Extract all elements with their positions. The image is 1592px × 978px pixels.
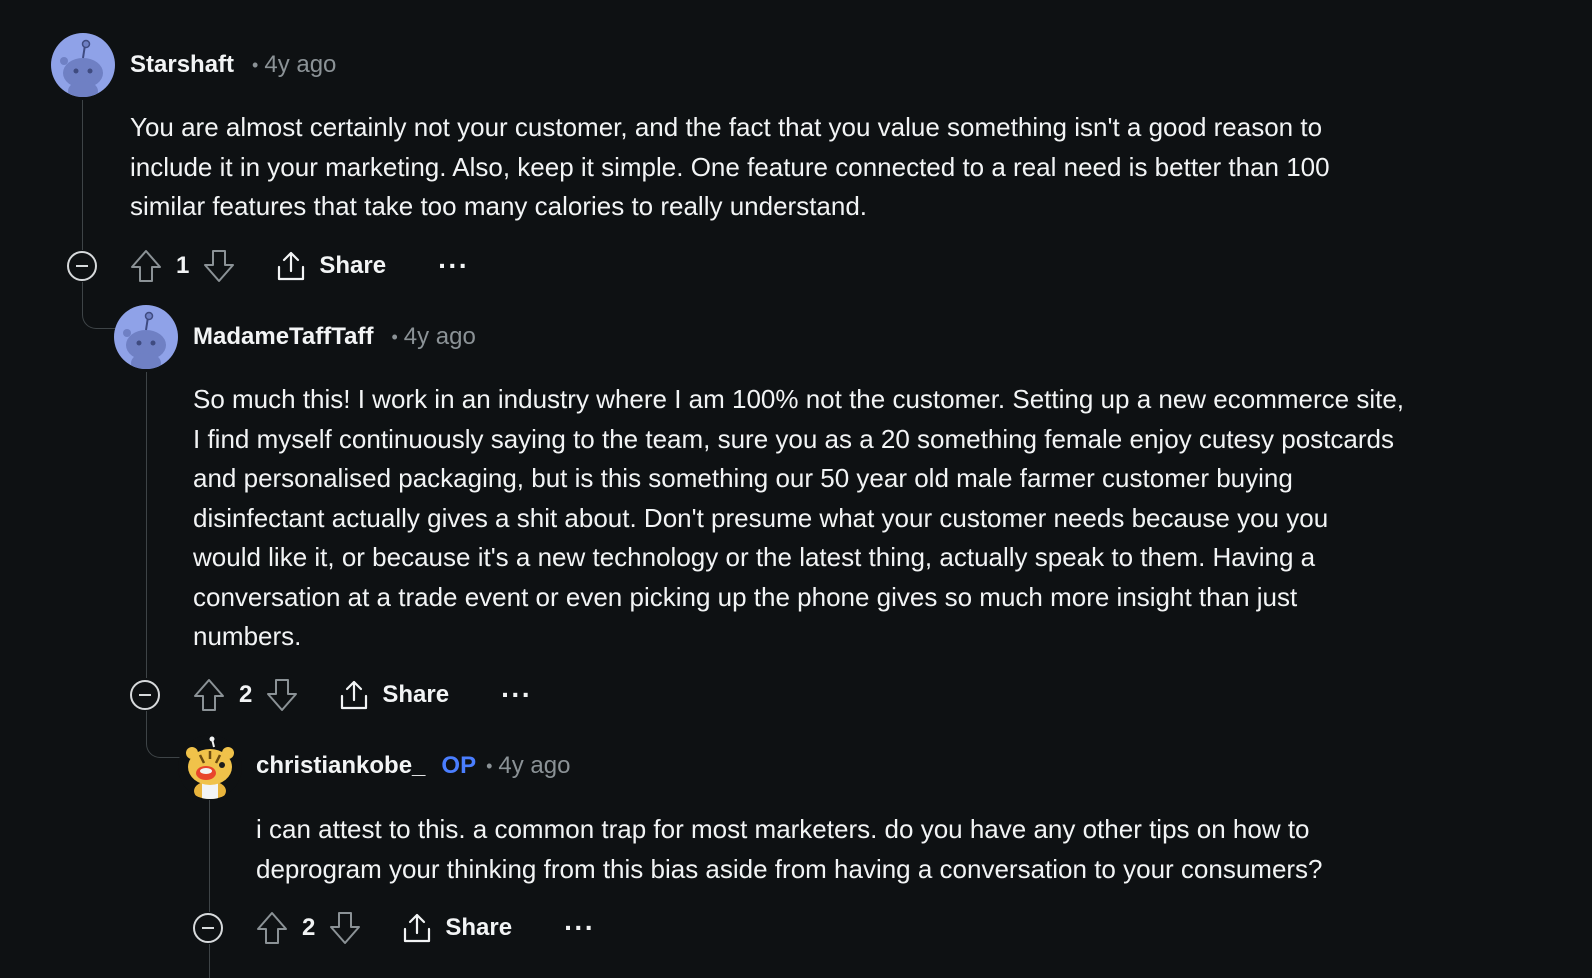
snoo-tiger-avatar-icon [178, 735, 242, 799]
share-button[interactable]: Share [338, 679, 449, 711]
vote-count: 2 [239, 681, 253, 708]
op-badge: OP [441, 752, 477, 779]
upvote-arrow-icon [131, 250, 161, 282]
downvote-button[interactable] [203, 249, 235, 283]
collapse-thread-button[interactable] [67, 251, 97, 281]
comment-actions: 2 Share ··· [256, 908, 595, 948]
thread-connector [146, 711, 181, 758]
snoo-default-avatar-icon [114, 305, 178, 369]
more-options-button[interactable]: ··· [564, 914, 595, 942]
thread-line[interactable] [146, 372, 147, 678]
comment-line: I find myself continuously saying to the… [193, 423, 1394, 454]
comment-line: conversation at a trade event or even pi… [193, 581, 1298, 612]
thread-connector [82, 282, 117, 329]
share-icon [404, 913, 431, 943]
collapse-thread-button[interactable] [193, 913, 223, 943]
upvote-button[interactable] [193, 678, 225, 712]
downvote-button[interactable] [266, 678, 298, 712]
thread-line[interactable] [209, 944, 210, 978]
avatar[interactable] [51, 33, 115, 97]
vote-count: 2 [302, 914, 316, 941]
comment-line: So much this! I work in an industry wher… [193, 384, 1405, 414]
dot-separator: • [486, 755, 493, 776]
comment-header: christiankobe_ OP • 4y ago [256, 748, 570, 784]
avatar[interactable] [114, 305, 178, 369]
more-options-button[interactable]: ··· [501, 681, 532, 709]
author-name[interactable]: christiankobe_ [256, 752, 425, 780]
comment-body: So much this! I work in an industry wher… [193, 380, 1404, 657]
comment-body: You are almost certainly not your custom… [130, 108, 1330, 227]
avatar[interactable] [178, 735, 242, 799]
comment-line: include it in your marketing. Also, keep… [130, 151, 1330, 182]
thread-line[interactable] [209, 800, 210, 912]
thread-line[interactable] [82, 100, 83, 250]
timestamp[interactable]: 4y ago [498, 752, 570, 780]
downvote-arrow-icon [267, 679, 298, 711]
collapse-thread-button[interactable] [130, 680, 160, 710]
timestamp[interactable]: 4y ago [264, 51, 336, 79]
share-button[interactable]: Share [401, 912, 512, 944]
comment-actions: 1 Share ··· [130, 246, 469, 286]
dot-separator: • [252, 54, 259, 75]
upvote-button[interactable] [130, 249, 162, 283]
snoo-default-avatar-icon [51, 33, 115, 97]
vote-count: 1 [176, 252, 190, 279]
dot-separator: • [391, 326, 398, 347]
share-icon [341, 680, 368, 710]
comment-line: would like it, or because it's a new tec… [193, 542, 1316, 572]
comment-line: deprogram your thinking from this bias a… [256, 853, 1323, 884]
downvote-arrow-icon [204, 250, 235, 282]
more-options-button[interactable]: ··· [438, 252, 469, 280]
downvote-arrow-icon [330, 912, 361, 944]
comment-line: You are almost certainly not your custom… [130, 112, 1323, 142]
author-name[interactable]: MadameTaffTaff [193, 323, 373, 351]
comment-line: i can attest to this. a common trap for … [256, 814, 1310, 844]
share-icon [278, 251, 305, 281]
author-name[interactable]: Starshaft [130, 51, 234, 79]
share-label: Share [319, 252, 387, 279]
comment-header: MadameTaffTaff • 4y ago [193, 319, 476, 355]
comment-actions: 2 Share ··· [193, 675, 532, 715]
share-label: Share [445, 914, 513, 941]
downvote-button[interactable] [329, 911, 361, 945]
upvote-arrow-icon [257, 912, 287, 944]
timestamp[interactable]: 4y ago [404, 323, 476, 351]
comment-header: Starshaft • 4y ago [130, 47, 336, 83]
comment-line: numbers. [193, 621, 302, 651]
upvote-button[interactable] [256, 911, 288, 945]
comment-line: disinfectant actually gives a shit about… [193, 502, 1329, 533]
share-button[interactable]: Share [275, 250, 386, 282]
comment-body: i can attest to this. a common trap for … [256, 810, 1323, 889]
share-label: Share [382, 681, 450, 708]
comment-line: and personalised packaging, but is this … [193, 463, 1293, 493]
upvote-arrow-icon [194, 679, 224, 711]
comment-line: similar features that take too many calo… [130, 191, 868, 221]
